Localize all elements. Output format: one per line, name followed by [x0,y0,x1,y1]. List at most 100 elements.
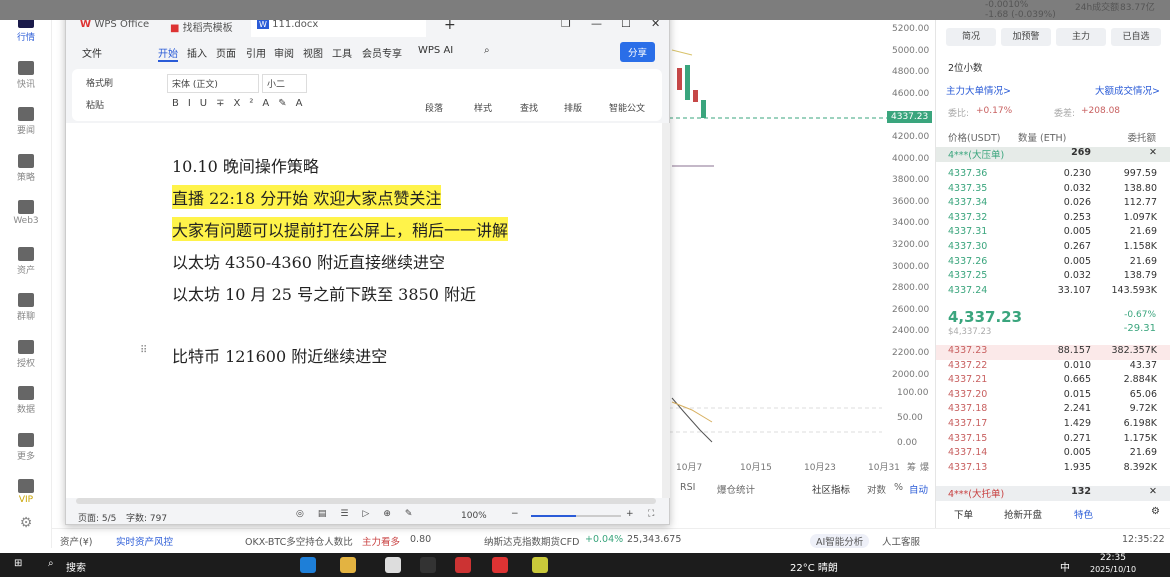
order-row[interactable]: 4337.22 0.010 43.37 [936,360,1170,375]
risk-link[interactable]: 实时资产风控 [116,534,173,548]
order-row[interactable]: 4337.25 0.032 138.79 [936,270,1170,285]
overview-button[interactable]: 简况 [946,28,996,46]
sidebar-item[interactable]: VIP [0,479,52,505]
order-row[interactable]: 4337.17 1.429 6.198K [936,418,1170,433]
app-icon[interactable] [532,557,548,573]
sidebar-item[interactable]: 快讯 [0,60,52,90]
sidebar-item[interactable]: 更多 [0,432,52,462]
menu-page[interactable]: 页面 [216,45,236,60]
menu-review[interactable]: 审阅 [274,45,294,60]
order-row[interactable]: 4337.21 0.665 2.884K [936,374,1170,389]
menu-insert[interactable]: 插入 [187,45,207,60]
big-trades-link[interactable]: 大额成交情况> [1095,83,1160,97]
store-icon[interactable] [385,557,401,573]
order-row[interactable]: 4337.24 33.107 143.593K [936,285,1170,300]
sidebar-item[interactable]: 授权 [0,339,52,369]
horizontal-scrollbar[interactable] [76,498,656,504]
settings-icon[interactable]: ⚙ [1151,506,1160,517]
liquidation-tab[interactable]: 爆仓统计 [717,482,755,496]
fullscreen-icon[interactable]: ⛶ [648,509,654,519]
menu-member[interactable]: 会员专享 [362,45,402,60]
wps-icon[interactable] [492,557,508,573]
menu-wps-ai[interactable]: WPS AI [418,45,453,56]
ai-analysis-button[interactable]: AI智能分析 [810,534,870,548]
order-row[interactable]: 4337.15 0.271 1.175K [936,433,1170,448]
explorer-icon[interactable] [340,557,356,573]
log-toggle[interactable]: 对数 [867,482,886,496]
start-icon[interactable]: ⊞ [14,558,22,569]
rsi-tab[interactable]: RSI [680,482,695,493]
order-row[interactable]: 4337.14 0.005 21.69 [936,447,1170,462]
corner-label[interactable]: 爆 [920,460,929,473]
order-row[interactable]: 4337.31 0.005 21.69 [936,226,1170,241]
corner-label[interactable]: 筹 [907,460,916,473]
zoom-level[interactable]: 100% [461,511,487,521]
tab-new-listing[interactable]: 抢新开盘 [1004,507,1042,521]
order-row[interactable]: 4337.23 88.157 382.357K [936,345,1170,360]
search-icon[interactable]: ⌕ [48,558,54,569]
decimals-select[interactable]: 2位小数 [948,60,983,74]
view-mode-icons[interactable]: ◎▤☰▷⊕✎ [296,509,426,519]
edge-icon[interactable] [300,557,316,573]
find-button[interactable]: 查找 [520,101,538,114]
sidebar-item[interactable]: 资产 [0,246,52,276]
zoom-in-icon[interactable]: + [626,509,634,519]
menu-tools[interactable]: 工具 [332,45,352,60]
vertical-scrollbar[interactable] [662,123,670,498]
watchlist-button[interactable]: 已自选 [1111,28,1161,46]
big-orders-link[interactable]: 主力大单情况> [946,83,1011,97]
settings-icon[interactable]: ⚙ [0,515,52,531]
community-tab[interactable]: 社区指标 [812,482,850,496]
auto-toggle[interactable]: 自动 [909,482,928,496]
share-button[interactable]: 分享 [620,42,656,62]
document-page[interactable]: 10.10 晚间操作策略 直播 22:18 分开始 欢迎大家点赞关注 大家有问题… [66,123,662,498]
menu-reference[interactable]: 引用 [246,45,266,60]
format-painter-button[interactable]: 格式刷 [86,76,113,89]
support-button[interactable]: 人工客服 [882,534,920,548]
order-row[interactable]: 4337.32 0.253 1.097K [936,212,1170,227]
style-button[interactable]: 样式 [474,101,492,114]
order-row[interactable]: 4337.13 1.935 8.392K [936,462,1170,477]
weather[interactable]: 22°C 晴朗 [790,559,838,574]
sidebar-item[interactable]: 数据 [0,386,52,415]
big-ask-banner[interactable]: 4***(大压单) 269 ✕ [936,147,1170,162]
menu-home[interactable]: 开始 [158,45,178,62]
sidebar-item[interactable]: 策略 [0,153,52,183]
search-icon[interactable]: ⌕ [484,45,490,56]
zoom-out-icon[interactable]: − [511,509,519,519]
assets-label[interactable]: 资产(¥) [60,534,92,548]
font-select[interactable]: 宋体 (正文) [167,74,259,93]
sidebar-item[interactable]: 要闻 [0,107,52,136]
zoom-slider[interactable] [531,515,621,517]
tab-order[interactable]: 下单 [954,507,973,521]
layout-button[interactable]: 排版 [564,101,582,114]
order-row[interactable]: 4337.36 0.230 997.59 [936,168,1170,183]
order-row[interactable]: 4337.26 0.005 21.69 [936,256,1170,271]
app-icon[interactable] [455,557,471,573]
menu-view[interactable]: 视图 [303,45,323,60]
drag-handle-icon[interactable]: ⠿ [140,345,147,356]
smart-doc-button[interactable]: 智能公文 [609,101,645,114]
ime-indicator[interactable]: 中 [1060,559,1070,574]
sidebar-item[interactable]: 群聊 [0,293,52,322]
order-row[interactable]: 4337.20 0.015 65.06 [936,389,1170,404]
order-row[interactable]: 4337.35 0.032 138.80 [936,183,1170,198]
big-bid-banner[interactable]: 4***(大托单) 132 ✕ [936,486,1170,501]
tab-featured[interactable]: 特色 [1074,507,1093,521]
okx-icon[interactable] [420,557,436,573]
main-force-button[interactable]: 主力 [1056,28,1106,46]
sidebar-item[interactable]: Web3 [0,200,52,226]
header-total[interactable]: 委托额 [1127,130,1156,144]
header-qty[interactable]: 数量 (ETH) [1018,130,1066,144]
paragraph-button[interactable]: 段落 [425,101,443,114]
order-row[interactable]: 4337.30 0.267 1.158K [936,241,1170,256]
format-buttons[interactable]: BIU∓X²A✎A [172,98,311,109]
paste-button[interactable]: 粘贴 [86,98,104,111]
add-alert-button[interactable]: 加预警 [1001,28,1051,46]
order-row[interactable]: 4337.18 2.241 9.72K [936,403,1170,418]
menu-file[interactable]: 文件 [82,45,102,60]
pct-toggle[interactable]: % [894,482,903,493]
size-select[interactable]: 小二 [262,74,307,93]
taskbar-search[interactable]: 搜索 [66,559,86,574]
order-row[interactable]: 4337.34 0.026 112.77 [936,197,1170,212]
